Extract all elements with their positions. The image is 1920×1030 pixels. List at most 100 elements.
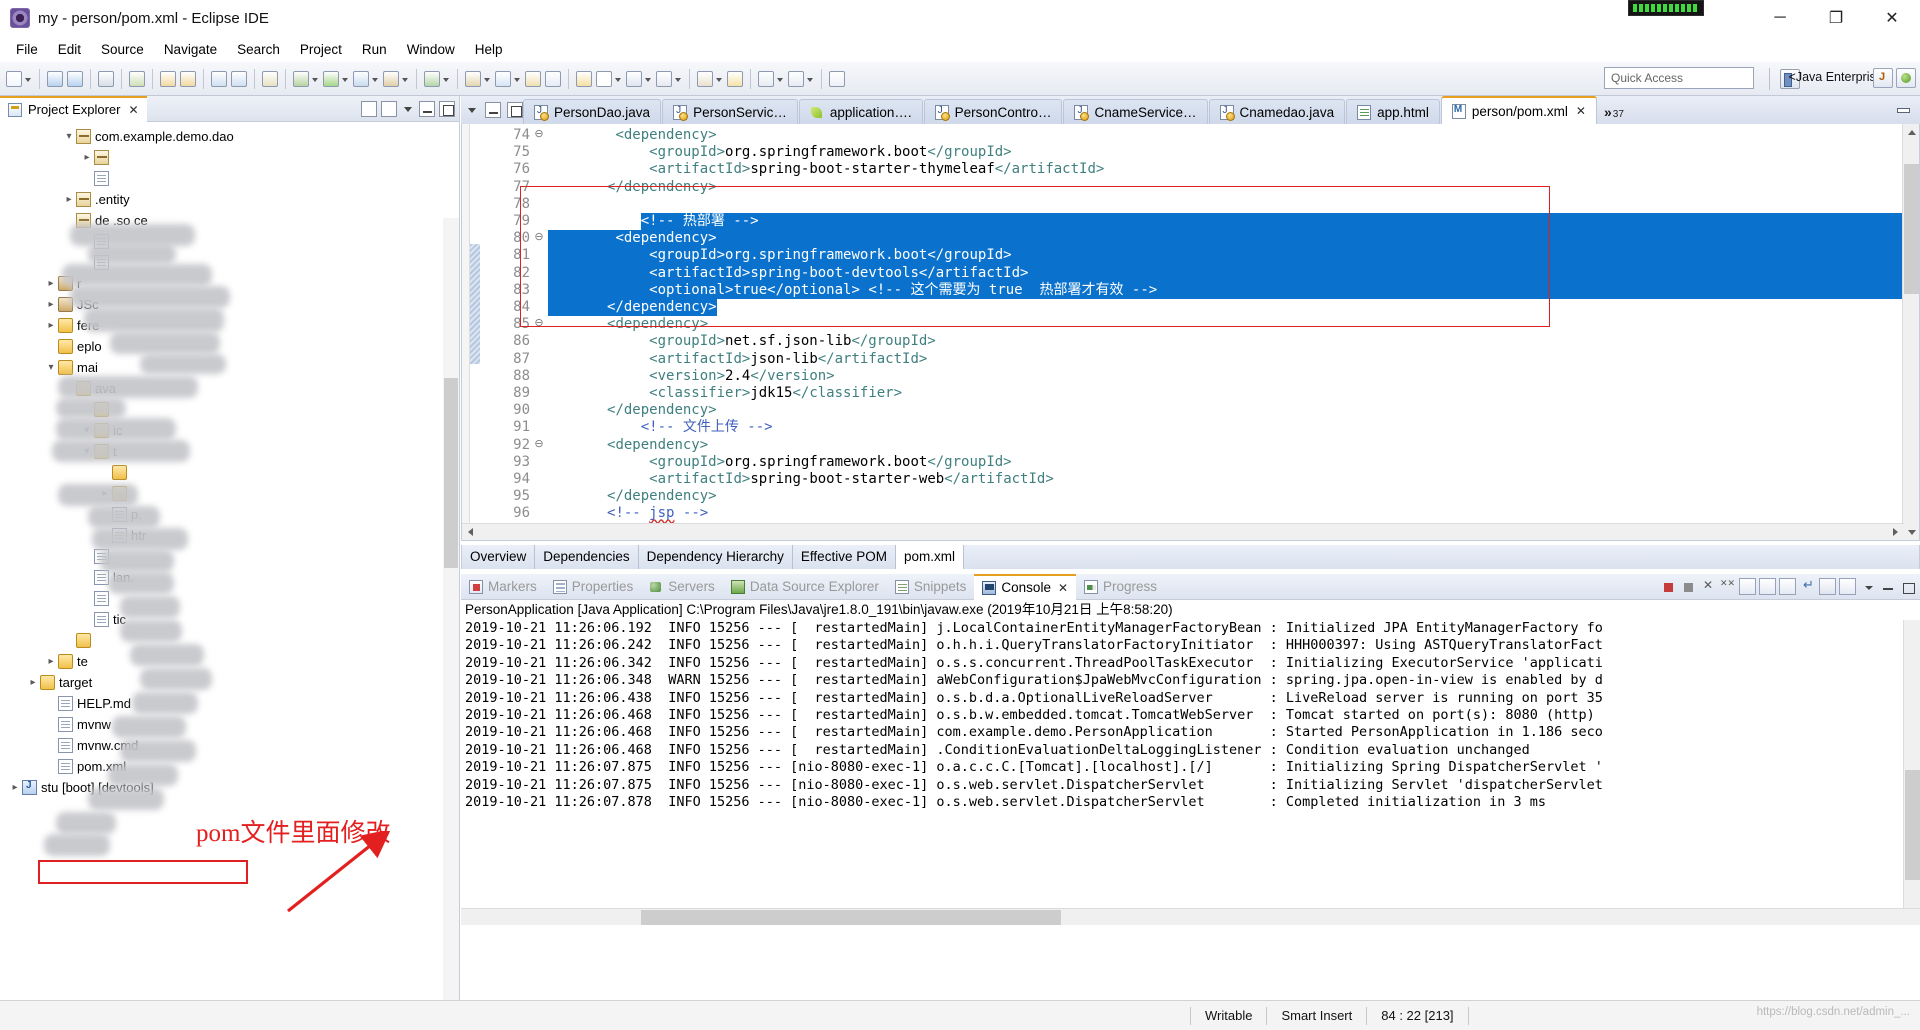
coverage-icon[interactable] xyxy=(383,70,399,87)
link-editor-icon[interactable] xyxy=(381,100,397,117)
server-icon[interactable] xyxy=(626,70,642,87)
scroll-thumb[interactable] xyxy=(444,378,458,568)
new-file-icon[interactable] xyxy=(596,70,612,87)
pom-tab-dependencies[interactable]: Dependencies xyxy=(535,545,639,569)
tree-item[interactable]: ▸ target xyxy=(0,672,459,693)
new-folder-icon[interactable] xyxy=(576,70,592,87)
bookmark-icon[interactable] xyxy=(727,70,743,87)
close-button[interactable]: ✕ xyxy=(1864,0,1920,36)
tree-item[interactable] xyxy=(0,462,459,483)
print-icon[interactable] xyxy=(98,70,114,87)
editor-horizontal-scrollbar[interactable] xyxy=(462,523,1904,540)
external-tools-icon[interactable] xyxy=(424,70,440,87)
save-all-icon[interactable] xyxy=(67,70,83,87)
expand-arrow-icon[interactable]: ▸ xyxy=(62,194,76,205)
open-console-icon[interactable] xyxy=(1839,578,1856,595)
expand-arrow-icon[interactable]: ▸ xyxy=(80,152,94,163)
project-explorer-vertical-scrollbar[interactable] xyxy=(443,218,459,1030)
scroll-thumb[interactable] xyxy=(641,910,1061,925)
next-annotation-icon[interactable] xyxy=(788,70,804,87)
fold-toggle-icon[interactable]: ⊖ xyxy=(534,230,544,243)
code-line[interactable]: </dependency> xyxy=(548,299,717,316)
scroll-thumb[interactable] xyxy=(1905,770,1920,880)
tree-item[interactable]: htr xyxy=(0,525,459,546)
collapse-all-icon[interactable] xyxy=(361,100,377,117)
show-console-icon[interactable] xyxy=(1779,578,1796,595)
code-line[interactable]: <groupId>org.springframework.boot</group… xyxy=(548,247,1011,264)
spring-perspective-icon[interactable] xyxy=(1896,68,1916,88)
chevron-down-icon[interactable] xyxy=(806,71,813,87)
tree-item[interactable]: tic xyxy=(0,609,459,630)
scroll-right-icon[interactable] xyxy=(1887,524,1904,540)
minimize-console-icon[interactable] xyxy=(1879,578,1896,595)
chevron-down-icon[interactable] xyxy=(465,102,479,118)
tree-item[interactable] xyxy=(0,630,459,651)
chevron-down-icon[interactable] xyxy=(341,71,348,87)
chevron-down-icon[interactable] xyxy=(483,71,490,87)
tree-item[interactable]: HELP.md xyxy=(0,693,459,714)
console-tab-markers[interactable]: Markers xyxy=(461,574,545,600)
tree-item[interactable] xyxy=(0,168,459,189)
chevron-down-icon[interactable] xyxy=(776,71,783,87)
pom-tab-overview[interactable]: Overview xyxy=(462,545,536,569)
code-line[interactable]: <!-- 热部署 --> xyxy=(548,213,759,230)
editor-tab-application--[interactable]: application…. xyxy=(798,99,923,124)
scroll-up-icon[interactable] xyxy=(1903,124,1919,141)
chevron-down-icon[interactable] xyxy=(24,71,31,87)
tree-item[interactable] xyxy=(0,546,459,567)
fold-toggle-icon[interactable]: ⊖ xyxy=(534,127,544,140)
terminal-icon[interactable] xyxy=(656,70,672,87)
tree-item[interactable]: eplo xyxy=(0,336,459,357)
view-menu-icon[interactable] xyxy=(401,101,415,117)
console-tab-snippets[interactable]: Snippets xyxy=(887,574,975,600)
editor-tab-person-pom-xml[interactable]: person/pom.xml ✕ xyxy=(1440,96,1597,124)
maximize-view-icon[interactable] xyxy=(439,100,455,117)
tree-item[interactable]: pom.xml xyxy=(0,756,459,777)
code-line[interactable]: <groupId>org.springframework.boot</group… xyxy=(548,144,1011,161)
chevron-down-icon[interactable] xyxy=(513,71,520,87)
java-perspective-icon[interactable] xyxy=(1873,68,1893,88)
menu-item-help[interactable]: Help xyxy=(465,39,513,60)
console-tab-progress[interactable]: Progress xyxy=(1076,574,1165,600)
editor-tab-personservic-[interactable]: PersonServic… xyxy=(662,99,798,124)
chevron-down-icon[interactable] xyxy=(371,71,378,87)
redo-icon[interactable] xyxy=(180,70,196,87)
code-line[interactable]: <version>2.4</version> xyxy=(548,368,834,385)
fold-toggle-icon[interactable]: ⊖ xyxy=(534,316,544,329)
code-line[interactable]: <artifactId>json-lib</artifactId> xyxy=(548,351,927,368)
minimize-button[interactable]: ─ xyxy=(1752,0,1808,36)
code-line[interactable]: </dependency> xyxy=(548,488,717,505)
code-line[interactable]: <artifactId>spring-boot-devtools</artifa… xyxy=(548,265,1028,282)
remove-all-terminated-icon[interactable] xyxy=(1719,578,1736,595)
close-icon[interactable]: ✕ xyxy=(1576,104,1586,118)
chevron-down-icon[interactable] xyxy=(442,71,449,87)
chevron-down-icon[interactable] xyxy=(674,71,681,87)
code-line[interactable]: <!-- 文件上传 --> xyxy=(548,419,773,436)
minimize-editor-icon[interactable] xyxy=(485,102,501,118)
code-line[interactable]: <!-- jsp --> xyxy=(548,505,708,522)
tree-item[interactable]: ▸ te xyxy=(0,651,459,672)
editor-tab-personcontro-[interactable]: PersonContro… xyxy=(923,99,1063,124)
menu-item-window[interactable]: Window xyxy=(397,39,465,60)
code-line[interactable]: <dependency> xyxy=(548,230,716,247)
expand-arrow-icon[interactable]: ▸ xyxy=(44,299,58,310)
display-selected-console-icon[interactable] xyxy=(1819,578,1836,595)
code-line[interactable]: <dependency> xyxy=(548,316,708,333)
code-line[interactable]: <groupId>net.sf.json-lib</groupId> xyxy=(548,333,936,350)
tasks-icon[interactable] xyxy=(697,70,713,87)
scroll-lock-icon[interactable] xyxy=(1739,578,1756,595)
menu-item-run[interactable]: Run xyxy=(352,39,397,60)
pin-console-icon[interactable] xyxy=(1799,577,1816,595)
maximize-button[interactable]: ❐ xyxy=(1808,0,1864,36)
code-line[interactable]: <classifier>jdk15</classifier> xyxy=(548,385,902,402)
console-tab-servers[interactable]: Servers xyxy=(641,574,723,600)
tab-project-explorer[interactable]: Project Explorer ✕ xyxy=(0,95,147,122)
menu-item-navigate[interactable]: Navigate xyxy=(154,39,227,60)
chevron-down-icon[interactable] xyxy=(401,71,408,87)
search-icon[interactable] xyxy=(262,70,278,87)
tree-item[interactable]: de .so ce xyxy=(0,210,459,231)
editor-tab-overflow[interactable]: » 37 xyxy=(1598,96,1632,124)
tree-item[interactable]: ▸ xyxy=(0,147,459,168)
run-icon[interactable] xyxy=(323,70,339,87)
tree-item[interactable]: ▸stu [boot] [devtools] xyxy=(0,777,459,798)
